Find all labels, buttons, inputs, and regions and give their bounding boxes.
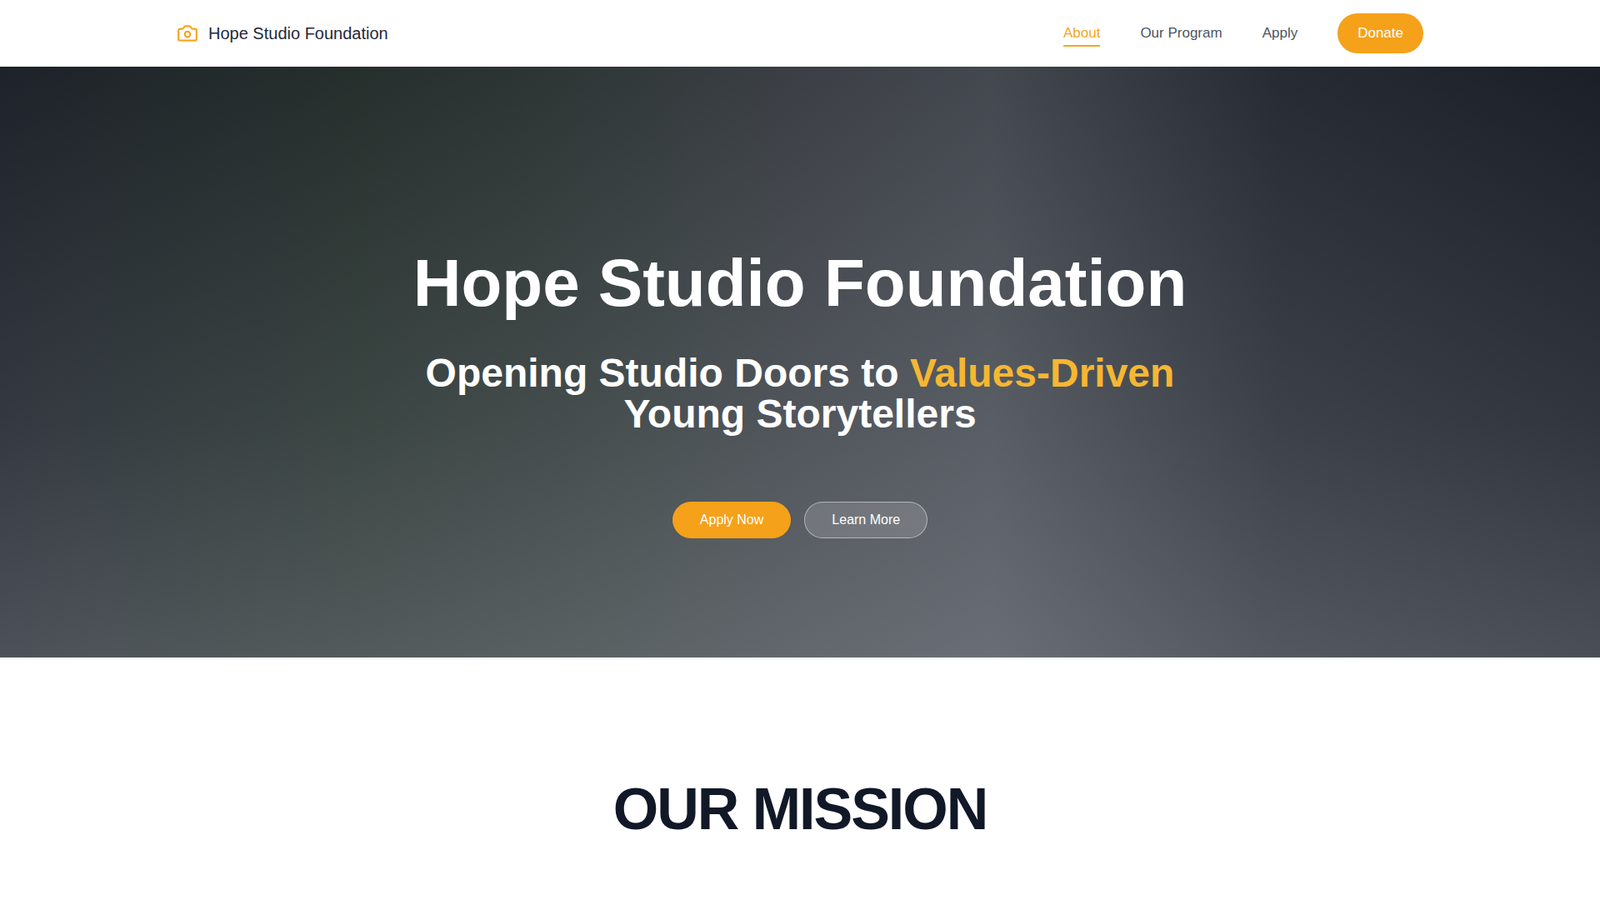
- hero-buttons: Apply Now Learn More: [672, 501, 928, 539]
- nav-link[interactable]: Our Program: [1140, 25, 1222, 47]
- mission-section: OUR MISSION: [0, 657, 1600, 900]
- nav-inner: Hope Studio Foundation About Our Program Ap…: [173, 0, 1427, 67]
- camera-icon: [176, 22, 199, 45]
- hero: Hope Studio Foundation Opening Studio Doo…: [0, 66, 1600, 658]
- nav-link[interactable]: About: [1063, 25, 1100, 47]
- brand[interactable]: Hope Studio Foundation: [176, 22, 389, 45]
- learn-more-button[interactable]: Learn More: [804, 501, 928, 539]
- hero-subtitle: Opening Studio Doors to Values-DrivenYou…: [425, 353, 1175, 435]
- donate-button[interactable]: Donate: [1337, 13, 1424, 54]
- brand-name: Hope Studio Foundation: [208, 24, 389, 44]
- hero-title: Hope Studio Foundation: [413, 243, 1188, 324]
- mission-title: OUR MISSION: [613, 774, 988, 845]
- page: Hope Studio Foundation About Our Program Ap…: [0, 0, 1600, 900]
- nav-links: About Our Program Apply Donate: [1063, 13, 1424, 54]
- nav-link[interactable]: Apply: [1262, 25, 1299, 47]
- hero-highlight: Values-Driven: [910, 350, 1175, 395]
- apply-now-button[interactable]: Apply Now: [672, 501, 791, 539]
- nav-bar: Hope Studio Foundation About Our Program Ap…: [0, 0, 1600, 67]
